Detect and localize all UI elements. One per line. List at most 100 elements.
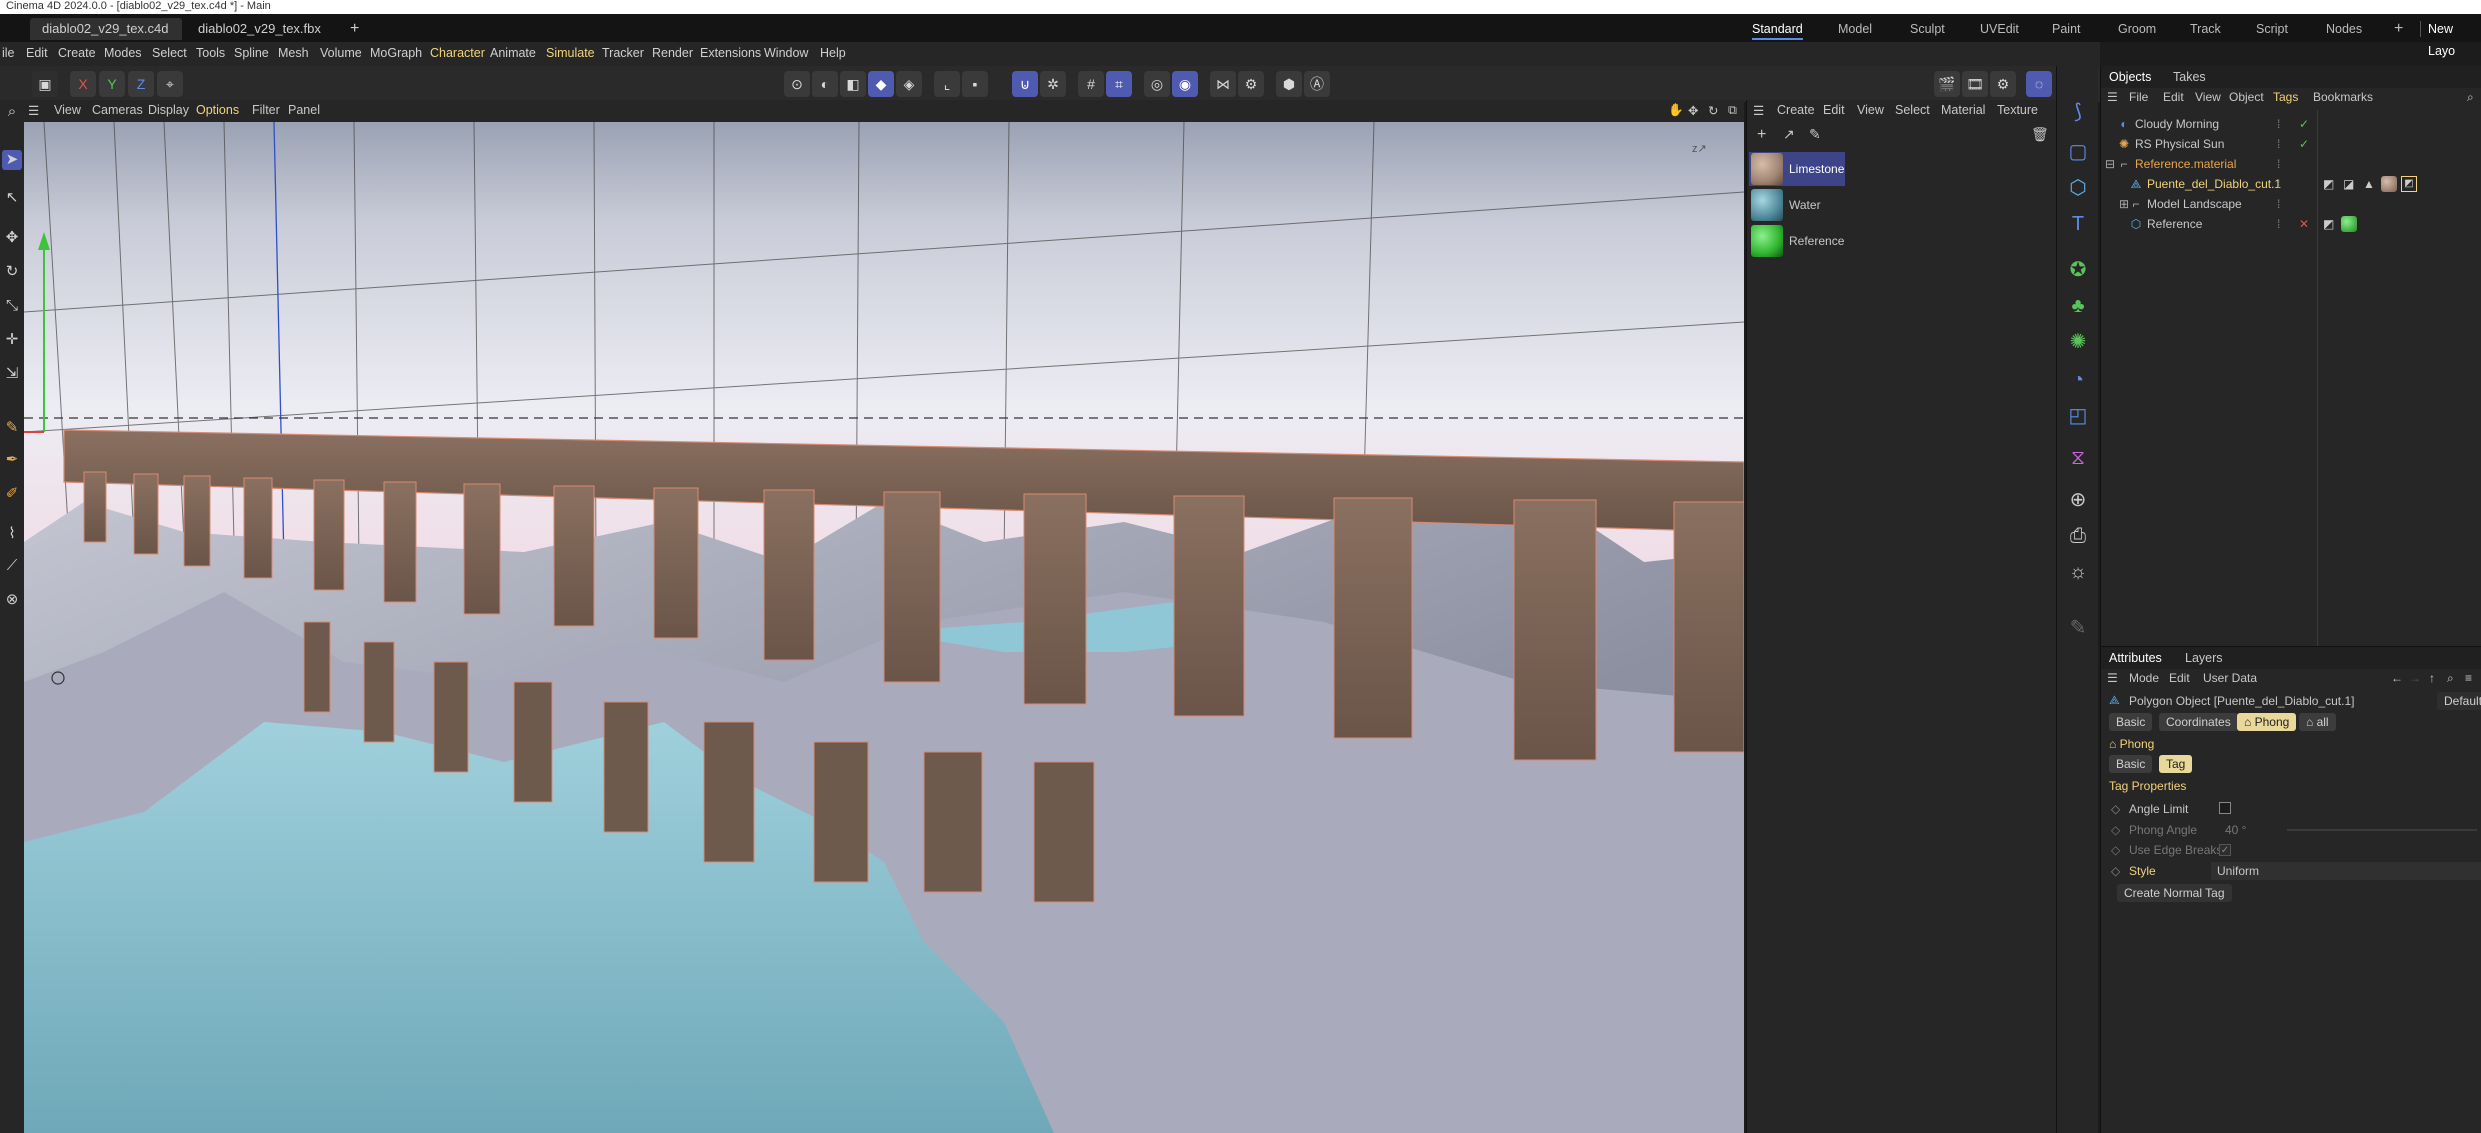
render-settings-icon[interactable]: ⚙ [1990, 71, 2016, 97]
attribute-menu-edit[interactable]: Edit [2169, 671, 2190, 685]
style-dropdown[interactable]: Uniform [2211, 862, 2481, 880]
search-icon[interactable]: ⌕ [2, 102, 22, 122]
environment-icon[interactable]: ⊕ [2064, 486, 2092, 514]
display-tag-icon[interactable]: ▲ [2363, 174, 2375, 194]
deformer-icon[interactable]: ◔ [2064, 366, 2092, 394]
attribute-hamburger-icon[interactable]: ☰ [2107, 671, 2118, 685]
object-menu-edit[interactable]: Edit [2163, 90, 2184, 104]
menu-modes[interactable]: Modes [104, 46, 142, 60]
layout-tab-script[interactable]: Script [2256, 18, 2288, 40]
object-row-cloudy-morning[interactable]: ◐ Cloudy Morning ⁞ ✓ [2101, 114, 2481, 134]
viewport-menu-display[interactable]: Display [148, 103, 189, 117]
visibility-icon[interactable]: ⁞ [2277, 194, 2280, 214]
uv-mode-icon[interactable]: ◈ [896, 71, 922, 97]
placement-tool-icon[interactable]: ⇲ [2, 364, 22, 384]
visibility-icon[interactable]: ⁞ [2277, 154, 2280, 174]
viewport-menu-view[interactable]: View [54, 103, 81, 117]
reference-material-tag-icon[interactable] [2341, 216, 2357, 232]
trash-icon[interactable]: 🗑 [2031, 126, 2049, 143]
transform-tool-icon[interactable]: ✛ [2, 330, 22, 350]
polygons-mode-icon[interactable]: ◧ [840, 71, 866, 97]
live-selection-icon[interactable]: ↖ [2, 188, 22, 208]
create-normal-tag-button[interactable]: Create Normal Tag [2117, 884, 2232, 902]
menu-simulate[interactable]: Simulate [546, 46, 595, 60]
x-axis-lock-button[interactable]: X [70, 71, 96, 97]
add-material-icon[interactable]: + [1757, 126, 1766, 144]
material-menu-material[interactable]: Material [1941, 103, 1985, 117]
camera-icon[interactable]: ⎙ [2064, 522, 2092, 550]
visibility-icon[interactable]: ⁞ [2277, 214, 2280, 234]
workplane-icon[interactable]: ⌗ [1106, 71, 1132, 97]
scale-tool-icon[interactable]: ⤡ [2, 296, 22, 316]
light-icon[interactable]: ☼ [2064, 558, 2092, 586]
menu-volume[interactable]: Volume [320, 46, 362, 60]
spline-pen-icon[interactable]: ⟆ [2064, 98, 2092, 126]
tab-document-c4d[interactable]: diablo02_v29_tex.c4d * × [30, 18, 182, 58]
add-layout-button[interactable]: + [2394, 18, 2403, 40]
viewport-pan-icon[interactable]: ✋ [1668, 103, 1684, 118]
render-view-icon[interactable]: 🎬 [1934, 71, 1960, 97]
enabled-check-icon[interactable]: ✓ [2299, 114, 2309, 134]
soft-selection-icon[interactable]: ◎ [1144, 71, 1170, 97]
material-item-water[interactable]: Water [1749, 188, 1845, 222]
coordinate-system-icon[interactable]: ⌖ [157, 71, 183, 97]
menu-help[interactable]: Help [820, 46, 846, 60]
eyedropper-icon[interactable]: ✎ [1809, 126, 1821, 143]
pen-tool-icon[interactable]: ✎ [2, 418, 22, 438]
edges-mode-icon[interactable]: ◐ [812, 71, 838, 97]
axis-mode-icon[interactable]: ⌞ [934, 71, 960, 97]
tab-basic[interactable]: Basic [2109, 713, 2153, 731]
menu-tools[interactable]: Tools [196, 46, 225, 60]
lock-workplane-icon[interactable]: ⬢ [1276, 71, 1302, 97]
angle-limit-checkbox[interactable] [2219, 802, 2231, 814]
interactive-render-icon[interactable]: ◌ [2026, 71, 2052, 97]
phong-tag-icon[interactable]: ◩ [2323, 174, 2334, 194]
menu-render[interactable]: Render [652, 46, 693, 60]
material-menu-texture[interactable]: Texture [1997, 103, 2038, 117]
rotate-tool-icon[interactable]: ↻ [2, 262, 22, 282]
viewport-menu-cameras[interactable]: Cameras [92, 103, 143, 117]
text-object-icon[interactable]: T [2064, 210, 2092, 238]
visibility-icon[interactable]: ⁞ [2277, 114, 2280, 134]
tab-phong[interactable]: ⌂ Phong [2237, 713, 2297, 731]
undo-icon[interactable]: ▣ [32, 71, 58, 97]
tab-objects[interactable]: Objects [2109, 70, 2151, 84]
object-row-reference[interactable]: ⬡ Reference ⁞ ✕ ◩ [2101, 214, 2481, 234]
limestone-material-tag-icon[interactable] [2381, 176, 2397, 192]
keyframe-diamond-icon[interactable]: ◇ [2111, 802, 2120, 816]
new-tab-button[interactable]: + [338, 18, 368, 40]
material-hamburger-icon[interactable]: ☰ [1753, 103, 1764, 118]
viewport-hamburger-icon[interactable]: ☰ [28, 103, 39, 118]
visibility-icon[interactable]: ⁞ [2277, 174, 2280, 194]
material-arrow-icon[interactable]: ↗ [1783, 126, 1795, 143]
material-item-reference[interactable]: Reference [1749, 224, 1845, 258]
volume-icon[interactable]: ⧖ [2064, 444, 2092, 472]
object-hamburger-icon[interactable]: ☰ [2107, 90, 2118, 104]
filter-icon[interactable]: ≡ [2465, 671, 2472, 685]
forward-arrow-icon[interactable]: → [2409, 671, 2421, 685]
viewport-move-icon[interactable]: ✥ [1688, 103, 1698, 118]
tab-takes[interactable]: Takes [2173, 70, 2206, 84]
object-row-rs-physical-sun[interactable]: ✺ RS Physical Sun ⁞ ✓ [2101, 134, 2481, 154]
viewport-menu-filter[interactable]: Filter [252, 103, 280, 117]
model-mode-icon[interactable]: ◆ [868, 71, 894, 97]
attribute-search-icon[interactable]: ⌕ [2447, 671, 2454, 686]
tab-coordinates[interactable]: Coordinates [2159, 713, 2238, 731]
3d-viewport[interactable]: z↗ [24, 122, 1744, 1133]
material-menu-view[interactable]: View [1857, 103, 1884, 117]
phong-angle-value[interactable]: 40 ° [2225, 823, 2246, 837]
y-axis-lock-button[interactable]: Y [99, 71, 125, 97]
use-edge-breaks-checkbox[interactable]: ✓ [2219, 844, 2231, 856]
object-menu-file[interactable]: File [2129, 90, 2148, 104]
attribute-menu-user-data[interactable]: User Data [2203, 671, 2257, 685]
grid-icon[interactable]: # [1078, 71, 1104, 97]
knife-tool-icon[interactable]: ⟋ [2, 556, 22, 576]
layout-tab-uvedit[interactable]: UVEdit [1980, 18, 2019, 40]
rectangle-spline-icon[interactable]: ▢ [2064, 138, 2092, 166]
object-row-reference-material[interactable]: ⊟ ⌐ Reference.material ⁞ [2101, 154, 2481, 174]
menu-window[interactable]: Window [764, 46, 808, 60]
new-layout-button[interactable]: New Layo [2428, 18, 2481, 58]
keyframe-diamond-icon[interactable]: ◇ [2111, 823, 2120, 837]
modeling-settings-icon[interactable]: ⚙ [1238, 71, 1264, 97]
phong-tag-icon[interactable]: ◩ [2323, 214, 2334, 234]
